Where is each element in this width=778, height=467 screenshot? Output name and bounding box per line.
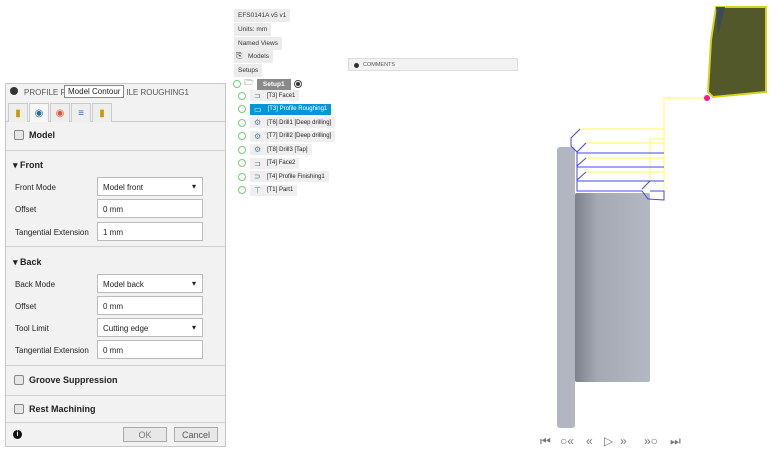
turning-tool bbox=[706, 6, 767, 99]
viewport-canvas[interactable] bbox=[0, 0, 778, 467]
part-flange bbox=[557, 147, 575, 428]
step-back-icon[interactable]: « bbox=[586, 434, 593, 448]
toolpath-yellow bbox=[580, 97, 707, 200]
tool-position-marker bbox=[704, 95, 710, 101]
go-to-end-icon[interactable]: ⏭ bbox=[670, 434, 681, 449]
playback-controls: ⏮ ○« « ▷ » »○ ⏭ bbox=[538, 434, 688, 452]
step-forward-icon[interactable]: » bbox=[620, 434, 627, 448]
part-body bbox=[575, 193, 650, 382]
next-operation-icon[interactable]: »○ bbox=[644, 434, 658, 448]
play-icon[interactable]: ▷ bbox=[604, 434, 613, 448]
go-to-start-icon[interactable]: ⏮ bbox=[540, 434, 551, 449]
previous-operation-icon[interactable]: ○« bbox=[560, 434, 574, 448]
